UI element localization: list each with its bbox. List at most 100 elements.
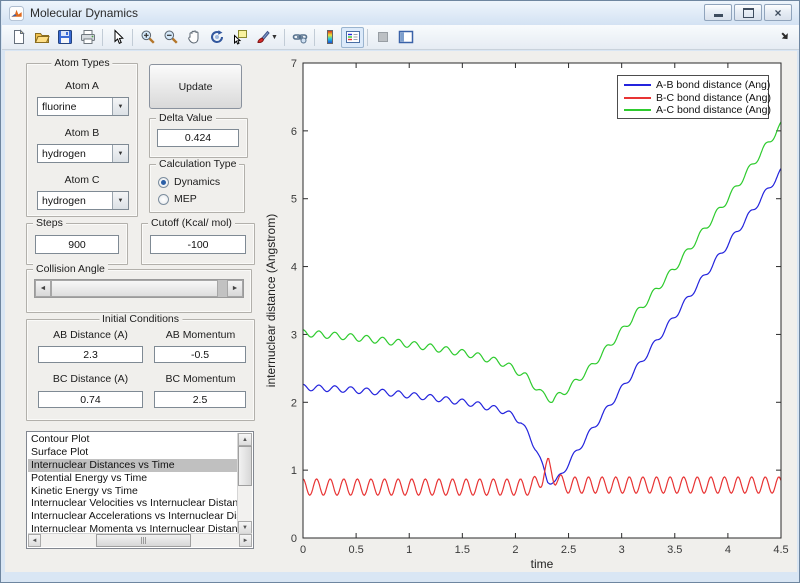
radio-option-mep[interactable]: MEP xyxy=(158,191,244,207)
collision-angle-panel: Collision Angle ◄ ► xyxy=(26,263,252,313)
list-item[interactable]: Internuclear Velocities vs Internuclear … xyxy=(28,497,238,510)
new-document-icon xyxy=(13,29,25,44)
colorbar-icon xyxy=(326,30,333,44)
update-button[interactable]: Update xyxy=(149,64,242,109)
steps-panel: Steps 900 xyxy=(26,217,128,265)
app-window: Molecular Dynamics × ▼ Atom Types Atom A… xyxy=(0,0,800,583)
x-tick-label: 1.5 xyxy=(455,544,470,556)
show-plot-tools-icon xyxy=(398,30,413,44)
bc-momentum-field[interactable]: 2.5 xyxy=(154,391,246,408)
collision-angle-slider[interactable]: ◄ ► xyxy=(34,279,244,298)
show-plot-tools-button[interactable] xyxy=(394,27,417,48)
hide-plot-tools-button[interactable] xyxy=(371,27,394,48)
radio-unselected-icon[interactable] xyxy=(158,193,169,205)
rotate-3d-button[interactable] xyxy=(205,27,228,48)
listbox-horizontal-scrollbar[interactable]: ◄ ► xyxy=(28,533,252,547)
slider-left-arrow-icon[interactable]: ◄ xyxy=(35,280,51,297)
scroll-up-icon[interactable]: ▲ xyxy=(238,433,252,446)
cutoff-panel: Cutoff (Kcal/ mol) -100 xyxy=(141,217,255,265)
legend-entry: A-B bond distance (Ang) xyxy=(624,79,770,92)
list-item[interactable]: Internuclear Distances vs Time xyxy=(28,458,238,472)
atom-c-label: Atom C xyxy=(64,174,100,186)
list-item[interactable]: Contour Plot xyxy=(28,433,238,446)
x-axis-label: time xyxy=(531,557,554,571)
slider-right-arrow-icon[interactable]: ► xyxy=(227,280,243,297)
panel-title: Atom Types xyxy=(51,57,113,69)
save-figure-button[interactable] xyxy=(53,27,76,48)
chevron-down-icon[interactable]: ▼ xyxy=(112,192,128,209)
y-tick-label: 6 xyxy=(291,126,297,138)
hscroll-thumb[interactable] xyxy=(96,534,191,547)
calculation-type-panel: Calculation Type Dynamics MEP xyxy=(149,158,245,213)
title-bar[interactable]: Molecular Dynamics × xyxy=(2,1,799,25)
list-item[interactable]: Potential Energy vs Time xyxy=(28,472,238,485)
slider-trough[interactable] xyxy=(218,280,227,297)
plot-svg: 0 0.5 1 1.5 2 2.5 3 3.5 4 4.5 0 1 2 3 4 5 6 7 time internuc… xyxy=(264,58,789,571)
zoom-in-button[interactable] xyxy=(136,27,159,48)
legend-line-sample xyxy=(624,96,651,99)
radio-selected-icon[interactable] xyxy=(158,176,169,188)
y-axis-label: internuclear distance (Angstrom) xyxy=(264,214,278,387)
listbox-vertical-scrollbar[interactable]: ▲ ▼ xyxy=(237,433,252,534)
ab-momentum-label: AB Momentum xyxy=(165,329,236,341)
brush-dropdown-arrow[interactable]: ▼ xyxy=(271,34,281,41)
new-figure-button[interactable] xyxy=(7,27,30,48)
print-figure-button[interactable] xyxy=(76,27,99,48)
ab-distance-label: AB Distance (A) xyxy=(53,329,128,341)
data-cursor-button[interactable] xyxy=(228,27,251,48)
y-tick-label: 7 xyxy=(291,58,297,70)
toolbar-overflow-arrow[interactable] xyxy=(781,32,789,40)
open-file-button[interactable] xyxy=(30,27,53,48)
y-tick-label: 4 xyxy=(291,262,297,274)
x-tick-label: 4.5 xyxy=(773,544,788,556)
figure-canvas: Atom Types Atom A fluorine ▼ Atom B hydr… xyxy=(5,51,797,572)
link-plot-button[interactable] xyxy=(288,27,311,48)
insert-legend-button[interactable] xyxy=(341,26,364,48)
minimize-button[interactable] xyxy=(704,4,732,21)
pan-hand-icon xyxy=(187,30,198,44)
list-item[interactable]: Internuclear Accelerations vs Internucle… xyxy=(28,510,238,523)
insert-colorbar-button[interactable] xyxy=(318,27,341,48)
cutoff-field[interactable]: -100 xyxy=(150,235,246,254)
list-item[interactable]: Kinetic Energy vs Time xyxy=(28,485,238,498)
y-tick-label: 1 xyxy=(291,465,297,477)
bc-momentum-label: BC Momentum xyxy=(165,373,236,385)
zoom-out-button[interactable] xyxy=(159,27,182,48)
x-tick-label: 0.5 xyxy=(348,544,363,556)
x-tick-label: 3 xyxy=(619,544,625,556)
atom-b-dropdown[interactable]: hydrogen ▼ xyxy=(37,144,129,163)
axes-background xyxy=(303,63,781,538)
close-button[interactable]: × xyxy=(764,4,792,21)
listbox-items: Contour Plot Surface Plot Internuclear Dis… xyxy=(28,433,238,534)
zoom-in-icon xyxy=(141,30,155,44)
y-tick-label: 2 xyxy=(291,397,297,409)
bc-distance-field[interactable]: 0.74 xyxy=(38,391,143,408)
maximize-icon xyxy=(742,7,754,18)
pointer-tool-button[interactable] xyxy=(106,27,129,48)
ab-momentum-field[interactable]: -0.5 xyxy=(154,346,246,363)
delta-value-field[interactable]: 0.424 xyxy=(157,129,239,147)
chevron-down-icon[interactable]: ▼ xyxy=(112,145,128,162)
legend-entry: B-C bond distance (Ang) xyxy=(624,92,771,105)
chevron-down-icon[interactable]: ▼ xyxy=(112,98,128,115)
steps-field[interactable]: 900 xyxy=(35,235,119,254)
vscroll-thumb[interactable] xyxy=(238,446,252,486)
atom-a-dropdown[interactable]: fluorine ▼ xyxy=(37,97,129,116)
plot-type-listbox[interactable]: Contour Plot Surface Plot Internuclear Dis… xyxy=(26,431,254,549)
panel-title: Collision Angle xyxy=(33,263,108,275)
atom-types-panel: Atom Types Atom A fluorine ▼ Atom B hydr… xyxy=(26,57,138,217)
list-item[interactable]: Surface Plot xyxy=(28,446,238,459)
delta-value-panel: Delta Value 0.424 xyxy=(149,112,248,158)
ab-distance-field[interactable]: 2.3 xyxy=(38,346,143,363)
scroll-right-icon[interactable]: ► xyxy=(239,534,252,547)
slider-thumb[interactable] xyxy=(51,280,218,297)
legend-icon xyxy=(345,31,360,43)
scroll-left-icon[interactable]: ◄ xyxy=(28,534,41,547)
maximize-button[interactable] xyxy=(734,4,762,21)
radio-label: Dynamics xyxy=(174,176,221,188)
window-title: Molecular Dynamics xyxy=(30,6,139,20)
atom-c-dropdown[interactable]: hydrogen ▼ xyxy=(37,191,129,210)
pan-tool-button[interactable] xyxy=(182,27,205,48)
figure-toolbar: ▼ xyxy=(2,25,799,50)
radio-option-dynamics[interactable]: Dynamics xyxy=(158,174,244,190)
